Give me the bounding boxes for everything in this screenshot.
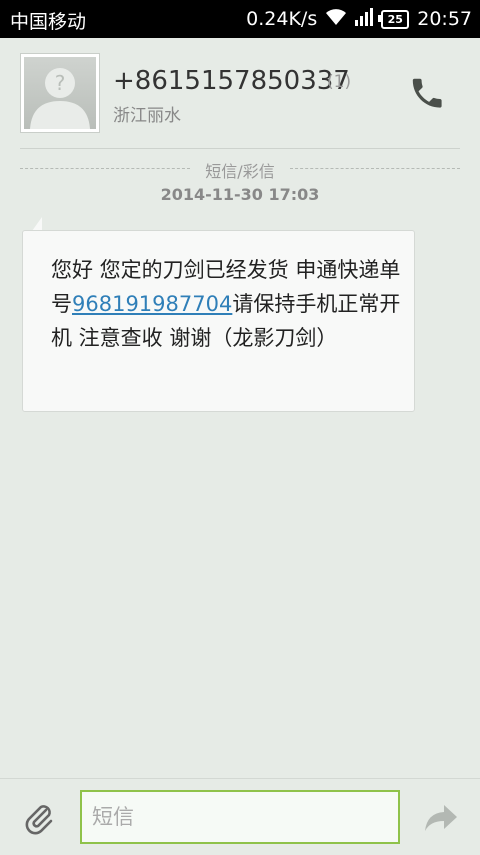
contact-number: +8615157850337 [113, 66, 350, 96]
network-speed: 0.24K/s [246, 8, 318, 30]
paperclip-icon [25, 805, 53, 835]
phone-icon [412, 78, 442, 108]
signal-icon [355, 7, 374, 31]
send-arrow-icon [425, 805, 457, 831]
call-button[interactable] [404, 70, 452, 118]
header-divider [20, 148, 460, 149]
message-timestamp: 2014-11-30 17:03 [160, 185, 320, 204]
bubble-tail [32, 217, 42, 231]
message-input[interactable] [80, 790, 400, 844]
separator-line-right [290, 168, 460, 169]
message-bubble[interactable]: 您好 您定的刀剑已经发货 申通快递单号968191987704请保持手机正常开机… [22, 230, 415, 412]
carrier-name: 中国移动 [10, 11, 87, 33]
conversation-header: ? +8615157850337 (1) 浙江丽水 [0, 38, 480, 148]
status-bar: 中国移动 0.24K/s 25 20:57 [0, 0, 480, 38]
message-text: 您好 您定的刀剑已经发货 申通快递单号968191987704请保持手机正常开机… [51, 253, 401, 355]
separator-line-left [20, 168, 190, 169]
message-count: (1) [327, 72, 352, 92]
attach-button[interactable] [22, 801, 56, 835]
message-type-label: 短信/彩信 [205, 162, 275, 181]
contact-location: 浙江丽水 [113, 106, 181, 126]
svg-text:?: ? [55, 71, 66, 95]
tracking-number-link[interactable]: 968191987704 [72, 292, 232, 316]
default-avatar-icon[interactable]: ? [20, 53, 100, 133]
send-button[interactable] [424, 803, 458, 833]
status-indicators: 0.24K/s 25 20:57 [246, 7, 472, 31]
composer-bar [0, 778, 480, 855]
battery-icon: 25 [378, 9, 410, 29]
clock: 20:57 [417, 8, 472, 30]
wifi-icon [325, 8, 347, 31]
